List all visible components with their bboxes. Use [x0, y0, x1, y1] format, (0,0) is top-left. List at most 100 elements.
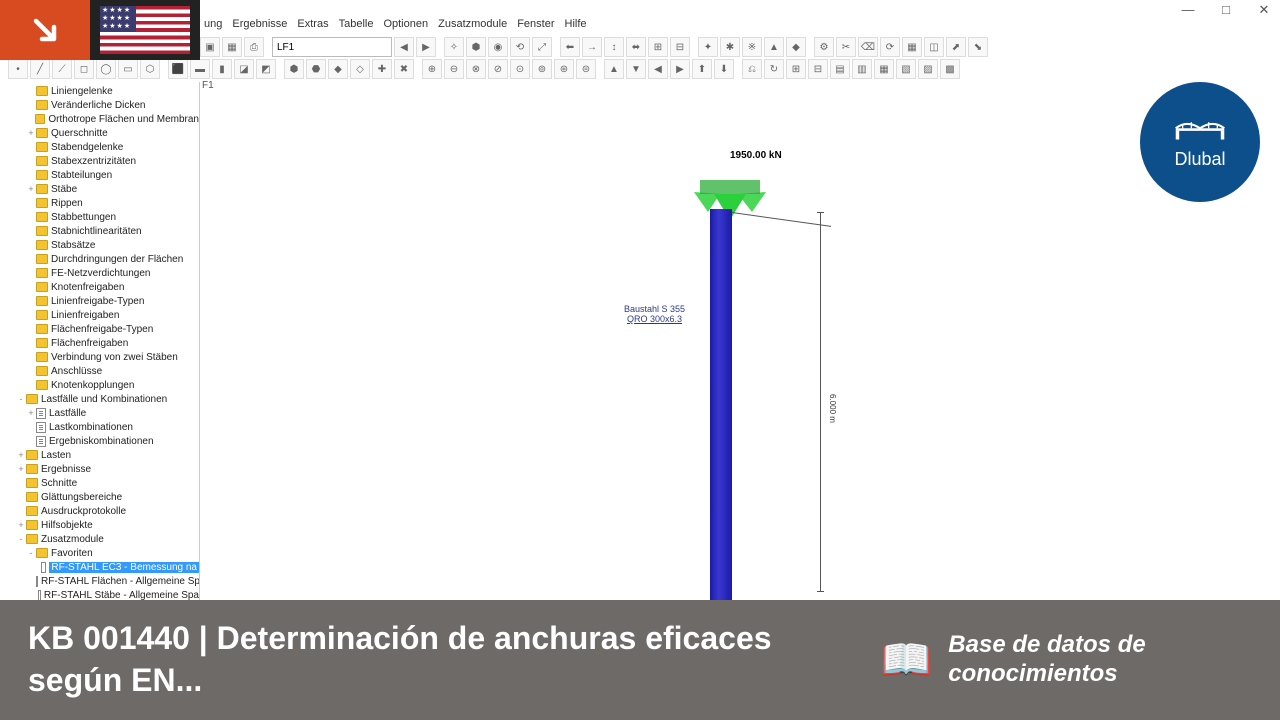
tree-item[interactable]: Stabbettungen	[6, 210, 199, 224]
tool-button[interactable]: ▧	[896, 59, 916, 79]
tree-item[interactable]: +Lastfälle	[6, 406, 199, 420]
tool-button[interactable]: ✧	[444, 37, 464, 57]
tool-button[interactable]: ▣	[200, 37, 220, 57]
tree-item[interactable]: Stabsätze	[6, 238, 199, 252]
close-button[interactable]: ✕	[1252, 2, 1276, 18]
menu-item[interactable]: ung	[204, 18, 222, 38]
tool-button[interactable]: ⬡	[140, 59, 160, 79]
tree-item[interactable]: -Zusatzmodule	[6, 532, 199, 546]
tree-item[interactable]: Orthotrope Flächen und Membran	[6, 112, 199, 126]
tool-button[interactable]: ✦	[698, 37, 718, 57]
tool-button[interactable]: ▲	[604, 59, 624, 79]
tool-button[interactable]: ▶	[670, 59, 690, 79]
tool-button[interactable]: ◇	[350, 59, 370, 79]
tree-item[interactable]: Glättungsbereiche	[6, 490, 199, 504]
expand-toggle[interactable]: -	[26, 548, 36, 558]
tool-button[interactable]: ▩	[940, 59, 960, 79]
tool-button[interactable]: ✂	[836, 37, 856, 57]
tree-item[interactable]: Durchdringungen der Flächen	[6, 252, 199, 266]
tree-item[interactable]: -Lastfälle und Kombinationen	[6, 392, 199, 406]
tree-item[interactable]: Stabendgelenke	[6, 140, 199, 154]
navigator-tree[interactable]: LiniengelenkeVeränderliche DickenOrthotr…	[0, 82, 200, 600]
menu-item[interactable]: Extras	[297, 18, 328, 38]
tool-button[interactable]: ▦	[902, 37, 922, 57]
tool-button[interactable]: ⊟	[808, 59, 828, 79]
tool-button[interactable]: ⊞	[786, 59, 806, 79]
tool-button[interactable]: ⚙	[814, 37, 834, 57]
tool-button[interactable]: ▦	[222, 37, 242, 57]
tool-button[interactable]: ⊞	[648, 37, 668, 57]
tree-item[interactable]: Liniengelenke	[6, 84, 199, 98]
tool-button[interactable]: ◪	[234, 59, 254, 79]
tool-button[interactable]: ◆	[328, 59, 348, 79]
tool-button[interactable]: →	[582, 37, 602, 57]
tool-button[interactable]: ⬅	[560, 37, 580, 57]
menu-item[interactable]: Tabelle	[339, 18, 374, 38]
tool-button[interactable]: ✖	[394, 59, 414, 79]
tree-item[interactable]: Rippen	[6, 196, 199, 210]
tool-button[interactable]: ✚	[372, 59, 392, 79]
tool-button[interactable]: ⟲	[510, 37, 530, 57]
tool-button[interactable]: ⊛	[554, 59, 574, 79]
tree-item[interactable]: Stabteilungen	[6, 168, 199, 182]
tree-item[interactable]: FE-Netzverdichtungen	[6, 266, 199, 280]
tool-button[interactable]: ▥	[852, 59, 872, 79]
menu-item[interactable]: Hilfe	[565, 18, 587, 38]
tool-button[interactable]: ※	[742, 37, 762, 57]
tool-button[interactable]: ⊙	[510, 59, 530, 79]
tree-item[interactable]: +Stäbe	[6, 182, 199, 196]
tree-item[interactable]: +Ergebnisse	[6, 462, 199, 476]
expand-toggle[interactable]: +	[16, 450, 26, 460]
tool-button[interactable]: ⬛	[168, 59, 188, 79]
tool-button[interactable]: ↕	[604, 37, 624, 57]
tree-item[interactable]: RF-STAHL Flächen - Allgemeine Sp	[6, 574, 199, 588]
tree-item[interactable]: +Hilfsobjekte	[6, 518, 199, 532]
tree-item[interactable]: Stabexzentrizitäten	[6, 154, 199, 168]
tool-button[interactable]: ⊕	[422, 59, 442, 79]
tool-button[interactable]: ⎌	[742, 59, 762, 79]
menu-item[interactable]: Fenster	[517, 18, 554, 38]
tree-item[interactable]: Verbindung von zwei Stäben	[6, 350, 199, 364]
expand-toggle[interactable]: +	[26, 184, 36, 194]
tree-item[interactable]: Anschlüsse	[6, 364, 199, 378]
tool-button[interactable]: ▤	[830, 59, 850, 79]
tool-button[interactable]: ⟋	[52, 59, 72, 79]
tool-button[interactable]: ⬈	[946, 37, 966, 57]
tool-button[interactable]: ⊟	[670, 37, 690, 57]
tree-item[interactable]: +Lasten	[6, 448, 199, 462]
tree-item[interactable]: RF-STAHL Stäbe - Allgemeine Spa	[6, 588, 199, 600]
tree-item[interactable]: Stabnichtlinearitäten	[6, 224, 199, 238]
tool-button[interactable]: ⬊	[968, 37, 988, 57]
tool-button[interactable]: ◉	[488, 37, 508, 57]
tree-item[interactable]: Veränderliche Dicken	[6, 98, 199, 112]
tree-item[interactable]: Knotenfreigaben	[6, 280, 199, 294]
tool-button[interactable]: ⬆	[692, 59, 712, 79]
tool-button[interactable]: ◻	[74, 59, 94, 79]
expand-toggle[interactable]: +	[16, 464, 26, 474]
tree-item[interactable]: RF-STAHL EC3 - Bemessung na	[6, 560, 199, 574]
tool-button[interactable]: •	[8, 59, 28, 79]
menu-item[interactable]: Zusatzmodule	[438, 18, 507, 38]
tool-button[interactable]: ⊜	[576, 59, 596, 79]
tree-item[interactable]: Flächenfreigaben	[6, 336, 199, 350]
tool-button[interactable]: ▬	[190, 59, 210, 79]
tree-item[interactable]: Ergebniskombinationen	[6, 434, 199, 448]
expand-toggle[interactable]: -	[16, 534, 26, 544]
tool-button[interactable]: ⬌	[626, 37, 646, 57]
expand-toggle[interactable]: +	[16, 520, 26, 530]
tree-item[interactable]: Schnitte	[6, 476, 199, 490]
tool-button[interactable]: ⬇	[714, 59, 734, 79]
tool-button[interactable]: ◀	[648, 59, 668, 79]
tree-item[interactable]: +Querschnitte	[6, 126, 199, 140]
tool-button[interactable]: ⊘	[488, 59, 508, 79]
tool-button[interactable]: ◩	[256, 59, 276, 79]
tool-button[interactable]: ⤢	[532, 37, 552, 57]
tree-item[interactable]: Linienfreigabe-Typen	[6, 294, 199, 308]
tool-button[interactable]: ✱	[720, 37, 740, 57]
tool-button[interactable]: ⊚	[532, 59, 552, 79]
tool-button[interactable]: ▶	[416, 37, 436, 57]
tree-item[interactable]: Ausdruckprotokolle	[6, 504, 199, 518]
expand-toggle[interactable]: +	[26, 408, 36, 418]
tool-button[interactable]: ▨	[918, 59, 938, 79]
tree-item[interactable]: -Favoriten	[6, 546, 199, 560]
